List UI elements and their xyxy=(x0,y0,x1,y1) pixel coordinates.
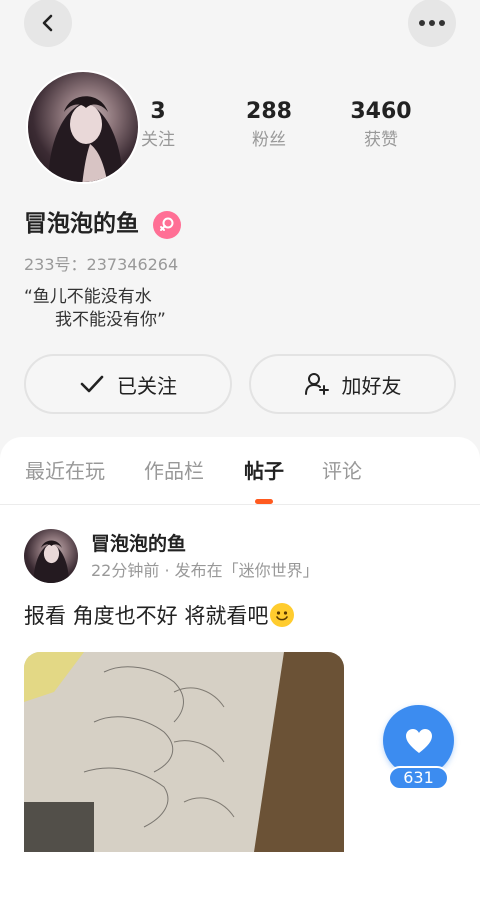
fans-count: 288 xyxy=(246,99,292,124)
active-tab-indicator xyxy=(255,499,273,504)
post-text-content: 报看 角度也不好 将就看吧 xyxy=(24,604,269,628)
tab-recent[interactable]: 最近在玩 xyxy=(25,457,105,485)
check-icon xyxy=(80,375,104,393)
stat-following[interactable]: 3 关注 xyxy=(113,98,203,152)
post-author-avatar[interactable] xyxy=(24,529,78,583)
tab-works[interactable]: 作品栏 xyxy=(144,457,204,485)
bio-line-1: “鱼儿不能没有水 xyxy=(24,287,152,307)
profile-tabs: 最近在玩 作品栏 帖子 评论 xyxy=(0,437,480,505)
followed-button[interactable]: 已关注 xyxy=(24,354,232,414)
like-count: 631 xyxy=(388,766,449,790)
sketch-drawing xyxy=(24,652,344,852)
following-label: 关注 xyxy=(141,130,175,150)
likes-count: 3460 xyxy=(350,99,412,124)
profile-username: 冒泡泡的鱼 xyxy=(24,211,139,237)
fans-label: 粉丝 xyxy=(252,130,286,150)
more-button[interactable] xyxy=(408,0,456,47)
smile-emoji xyxy=(270,603,295,627)
following-count: 3 xyxy=(150,99,166,124)
heart-icon xyxy=(405,728,432,753)
bio-line-2: 我不能没有你” xyxy=(55,310,166,330)
gender-badge xyxy=(153,211,181,239)
back-icon xyxy=(42,14,53,32)
profile-stats: 3 关注 288 粉丝 3460 获赞 xyxy=(0,98,480,158)
back-button[interactable] xyxy=(24,0,72,47)
add-user-icon xyxy=(304,373,329,395)
tab-posts[interactable]: 帖子 xyxy=(244,457,284,485)
tab-comments[interactable]: 评论 xyxy=(322,457,362,485)
top-bar xyxy=(0,0,480,48)
stat-fans[interactable]: 288 粉丝 xyxy=(224,98,314,152)
female-icon xyxy=(160,217,174,231)
post-author-name[interactable]: 冒泡泡的鱼 xyxy=(91,531,186,557)
post-image[interactable] xyxy=(24,652,344,852)
avatar-illustration xyxy=(33,540,69,583)
profile-uid: 233号：237346264 xyxy=(24,255,179,274)
likes-label: 获赞 xyxy=(364,130,398,150)
post-meta: 22分钟前 · 发布在「迷你世界」 xyxy=(91,561,319,580)
followed-button-label: 已关注 xyxy=(117,373,177,398)
more-icon xyxy=(419,20,445,26)
post-text: 报看 角度也不好 将就看吧 xyxy=(24,601,295,631)
content-card: 最近在玩 作品栏 帖子 评论 冒泡泡的鱼 22分钟前 · 发布在「迷你世界」 报… xyxy=(0,437,480,905)
stat-likes[interactable]: 3460 获赞 xyxy=(336,98,426,152)
add-friend-button-label: 加好友 xyxy=(341,373,402,398)
profile-bio: “鱼儿不能没有水 我不能没有你” xyxy=(24,286,166,332)
add-friend-button[interactable]: 加好友 xyxy=(249,354,456,414)
